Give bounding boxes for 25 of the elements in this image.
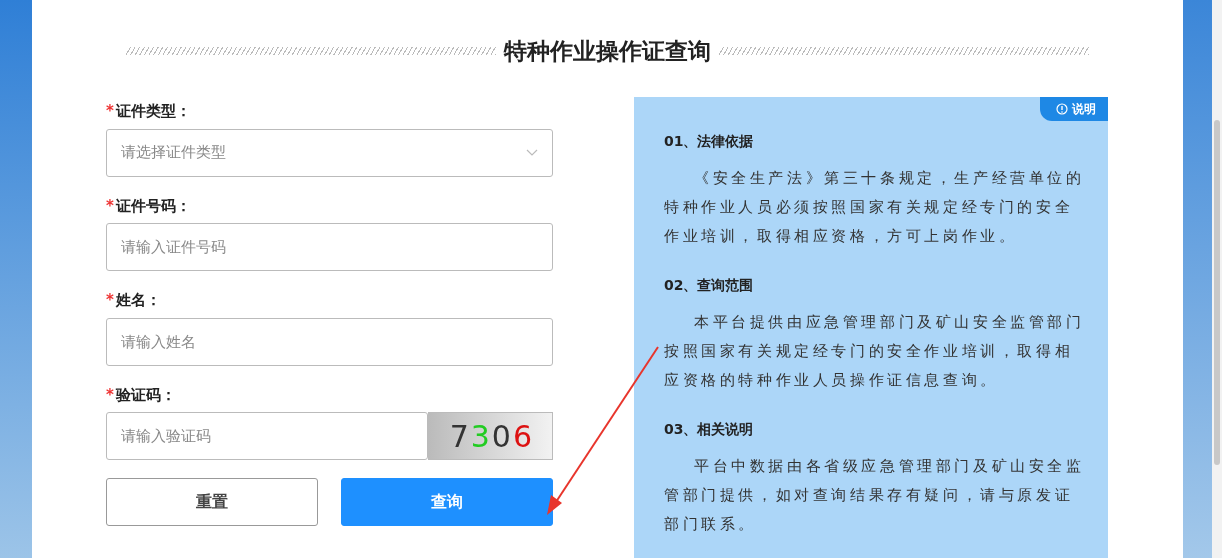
- section-heading: 03、相关说明: [664, 420, 755, 439]
- reset-button[interactable]: 重置: [106, 478, 318, 526]
- section-text: 《安全生产法》第三十条规定，生产经营单位的特种作业人员必须按照国家有关规定经专门的安全作业培训，取得相应资格，方可上岗作业。: [664, 168, 1086, 247]
- field-label: 证件号码：: [115, 195, 191, 217]
- select-field[interactable]: 请选择证件类型: [106, 128, 553, 177]
- required-mark: *: [106, 384, 114, 406]
- section-text: 平台中数据由各省级应急管理部门及矿山安全监管部门提供，如对查询结果存有疑问，请与原发证部门联系。: [664, 456, 1086, 535]
- captcha-image[interactable]: 7306: [428, 412, 553, 460]
- info-badge: 说明: [1040, 97, 1108, 121]
- input-field[interactable]: 请输入验证码: [106, 412, 429, 460]
- section-heading: 01、法律依据: [664, 132, 755, 151]
- required-mark: *: [106, 195, 114, 217]
- chevron-down-icon: [526, 148, 538, 157]
- info-icon: [1056, 103, 1068, 115]
- section-heading: 02、查询范围: [664, 276, 755, 295]
- field-label: 姓名：: [115, 290, 161, 311]
- input-field[interactable]: 请输入证件号码: [106, 223, 553, 271]
- field-label: 证件类型：: [115, 101, 191, 122]
- field-label: 验证码：: [115, 384, 176, 406]
- page-title: 特种作业操作证查询: [504, 37, 711, 66]
- required-mark: *: [106, 101, 114, 122]
- scrollbar[interactable]: [1212, 0, 1222, 558]
- input-field[interactable]: 请输入姓名: [106, 317, 553, 366]
- required-mark: *: [106, 290, 114, 311]
- section-text: 本平台提供由应急管理部门及矿山安全监管部门按照国家有关规定经专门的安全作业培训，取得相应资格的特种作业人员操作证信息查询。: [664, 312, 1086, 391]
